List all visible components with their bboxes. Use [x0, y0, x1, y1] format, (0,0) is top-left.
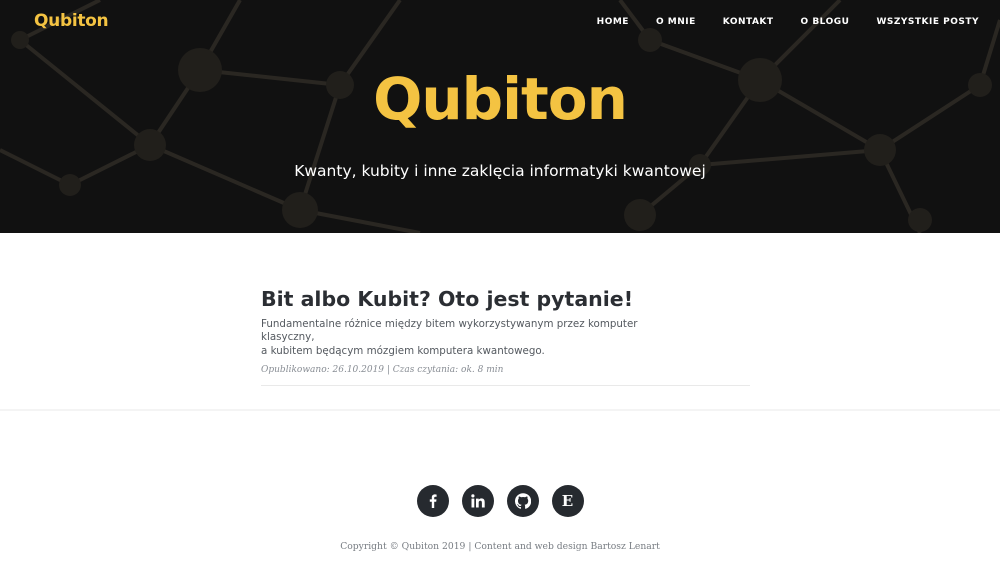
linkedin-button[interactable] [461, 485, 494, 517]
nav-item-kontakt[interactable]: KONTAKT [723, 17, 774, 27]
medium-button[interactable]: E [551, 485, 584, 517]
section-divider [0, 409, 1000, 411]
post-excerpt-line-2: a kubitem będącym mózgiem komputera kwan… [261, 344, 545, 357]
nav-logo[interactable]: Qubiton [34, 11, 109, 31]
hero-subtitle: Kwanty, kubity i inne zaklęcia informaty… [294, 162, 706, 180]
nav-item-o-blogu[interactable]: O BLOGU [801, 17, 850, 27]
hero-title: Qubiton [373, 65, 628, 133]
social-links: E [0, 485, 1000, 517]
post-divider [261, 385, 750, 386]
nav-item-home[interactable]: HOME [597, 17, 629, 27]
github-button[interactable] [506, 485, 539, 517]
nav-item-wszystkie-posty[interactable]: WSZYSTKIE POSTY [876, 17, 979, 27]
facebook-icon [429, 494, 437, 508]
medium-icon: E [561, 491, 574, 510]
main-nav: HOME O MNIE KONTAKT O BLOGU WSZYSTKIE PO… [570, 17, 979, 27]
post-excerpt-line-1: Fundamentalne różnice między bitem wykor… [261, 317, 638, 344]
linkedin-icon [470, 494, 485, 508]
facebook-button[interactable] [416, 485, 449, 517]
post-preview: Bit albo Kubit? Oto jest pytanie! Fundam… [261, 287, 750, 375]
nav-item-o-mnie[interactable]: O MNIE [656, 17, 696, 27]
github-icon [514, 493, 531, 509]
post-title[interactable]: Bit albo Kubit? Oto jest pytanie! [261, 287, 750, 312]
copyright-text: Copyright © Qubiton 2019 | Content and w… [340, 541, 660, 552]
hero-header: Qubiton HOME O MNIE KONTAKT O BLOGU WSZY… [0, 0, 1000, 233]
post-meta: Opublikowano: 26.10.2019 | Czas czytania… [261, 365, 504, 376]
post-excerpt: Fundamentalne różnice między bitem wykor… [261, 318, 681, 359]
